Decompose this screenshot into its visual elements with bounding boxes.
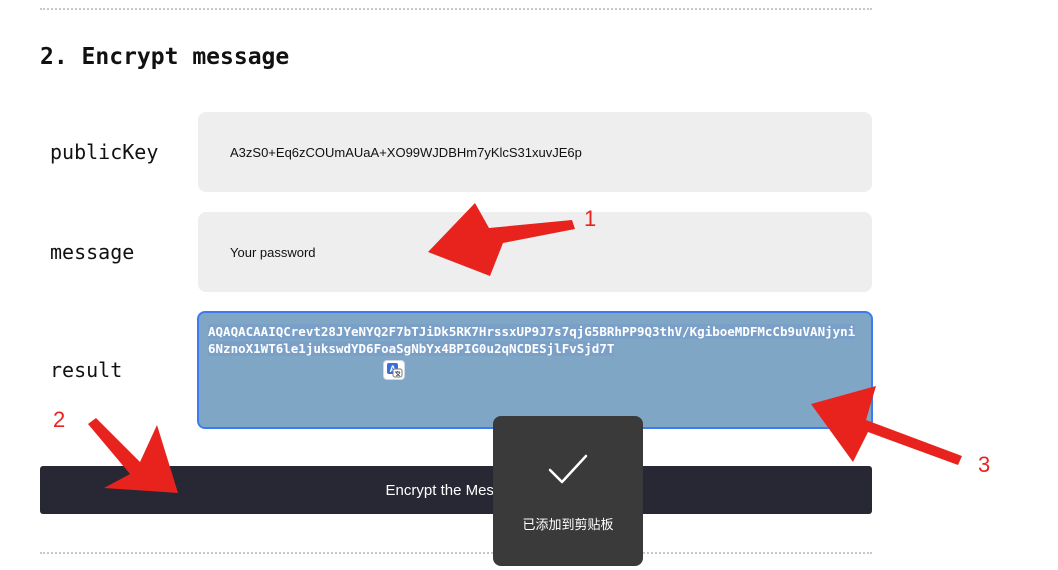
annotation-marker-2: 2 bbox=[53, 407, 66, 432]
message-value: Your password bbox=[230, 244, 316, 260]
message-label: message bbox=[50, 240, 135, 264]
copied-toast: 已添加到剪贴板 bbox=[493, 416, 643, 566]
section-heading: 2. Encrypt message bbox=[40, 44, 290, 70]
top-divider bbox=[40, 8, 872, 10]
public-key-value: A3zS0+Eq6zCOUmAUaA+XO99WJDBHm7yKlcS31xuv… bbox=[230, 144, 582, 160]
bottom-divider bbox=[40, 552, 872, 554]
toast-message: 已添加到剪贴板 bbox=[522, 518, 614, 533]
result-textarea[interactable]: AQAQACAAIQCrevt28JYeNYQ2F7bTJiDk5RK7Hrss… bbox=[197, 311, 873, 429]
public-key-label: publicKey bbox=[50, 140, 159, 164]
annotation-marker-3: 3 bbox=[978, 452, 991, 477]
check-icon bbox=[548, 454, 588, 484]
result-value: AQAQACAAIQCrevt28JYeNYQ2F7bTJiDk5RK7Hrss… bbox=[208, 324, 856, 356]
result-label: result bbox=[50, 358, 123, 382]
message-input[interactable]: Your password bbox=[198, 212, 872, 292]
annotation-marker-1: 1 bbox=[584, 206, 597, 231]
translate-icon[interactable]: A bbox=[383, 360, 405, 380]
encrypt-button[interactable]: Encrypt the Message bbox=[40, 466, 872, 514]
public-key-input[interactable]: A3zS0+Eq6zCOUmAUaA+XO99WJDBHm7yKlcS31xuv… bbox=[198, 112, 872, 192]
